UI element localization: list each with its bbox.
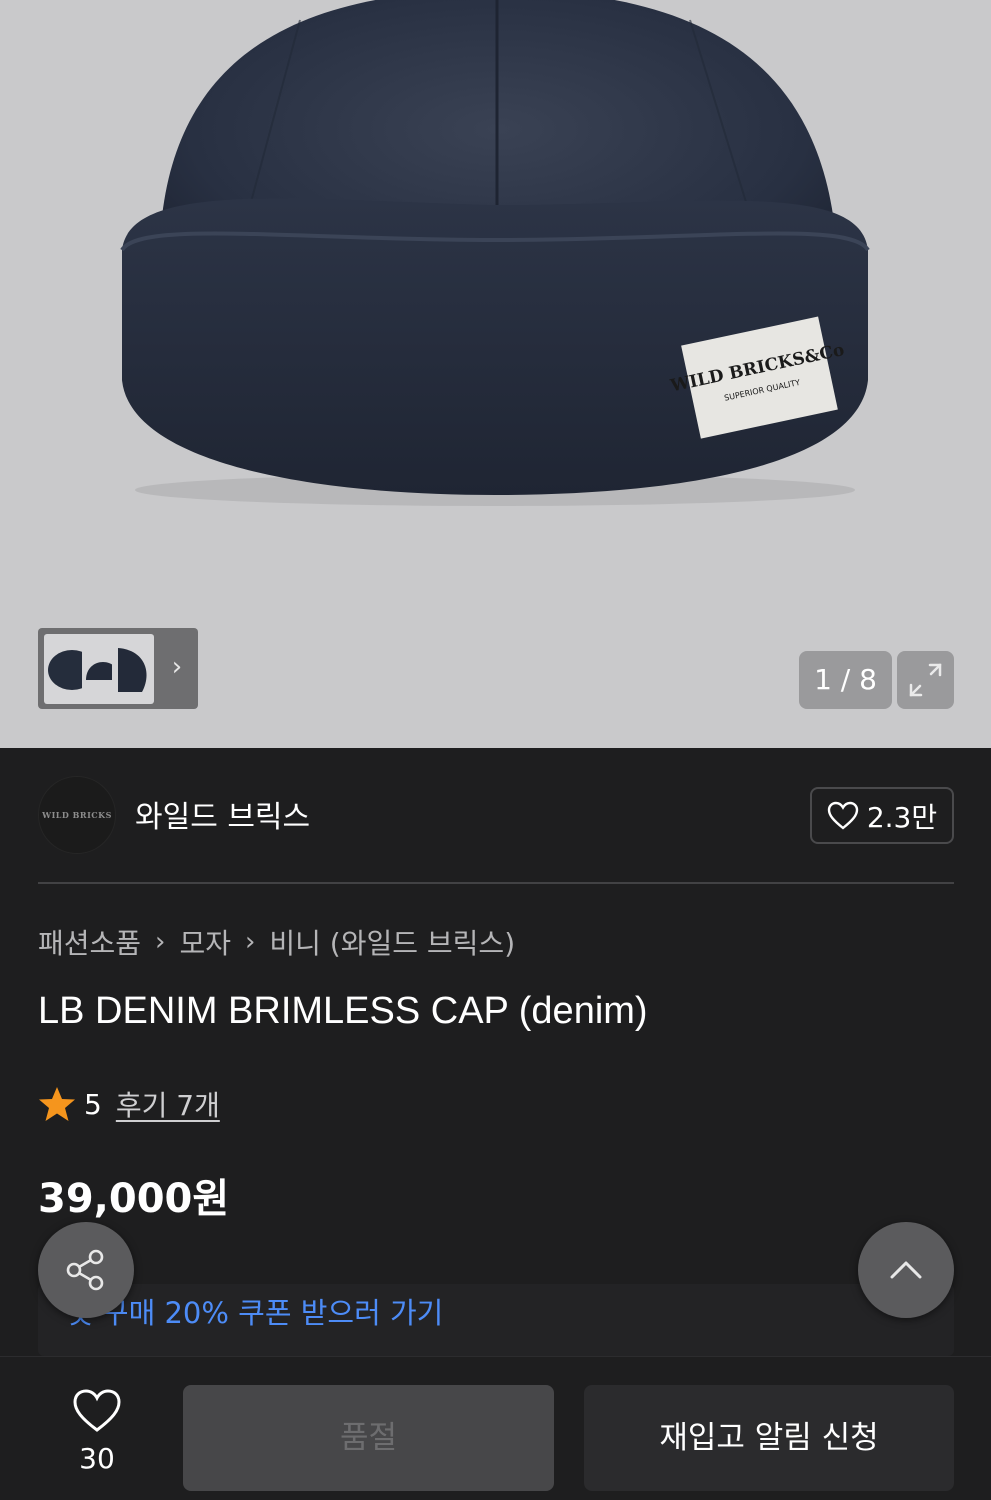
heart-icon (73, 1389, 121, 1432)
wishlist-count: 30 (79, 1442, 115, 1475)
wishlist-button[interactable]: 30 (56, 1388, 138, 1475)
brand-like-count: 2.3만 (866, 800, 938, 834)
brand-name[interactable]: 와일드 브릭스 (135, 792, 310, 836)
breadcrumb: 패션소품 › 모자 › 비니 (와일드 브릭스) (38, 922, 515, 962)
expand-icon (909, 663, 942, 697)
thumbnail-3[interactable] (112, 634, 154, 704)
breadcrumb-item-subcategory[interactable]: 모자 (179, 922, 231, 962)
rating-score: 5 (84, 1087, 102, 1121)
product-image-gallery[interactable]: WILD BRICKS&Co SUPERIOR QUALITY › 1 / 8 (0, 0, 991, 748)
breadcrumb-item-category[interactable]: 패션소품 (38, 922, 141, 962)
share-button[interactable] (38, 1222, 134, 1318)
image-counter: 1 / 8 (799, 651, 892, 709)
chevron-up-icon (890, 1261, 922, 1279)
breadcrumb-separator: › (244, 927, 256, 957)
product-rating: 5 후기 7개 (38, 1084, 220, 1124)
breadcrumb-item-current[interactable]: 비니 (와일드 브릭스) (269, 922, 515, 962)
brand-like-button[interactable]: 2.3만 (810, 787, 954, 844)
restock-alert-button[interactable]: 재입고 알림 신청 (584, 1385, 954, 1491)
star-icon (39, 1087, 75, 1121)
heart-icon (827, 801, 859, 830)
expand-button[interactable] (897, 651, 954, 709)
thumbnail-strip[interactable]: › (38, 628, 198, 709)
thumbnail-next-arrow[interactable]: › (166, 654, 188, 680)
product-title: LB DENIM BRIMLESS CAP (denim) (38, 990, 648, 1032)
brand-logo[interactable]: WILD BRICKS (38, 776, 116, 854)
soldout-button: 품절 (183, 1385, 554, 1491)
share-icon (66, 1249, 104, 1291)
product-price: 39,000원 (38, 1176, 230, 1222)
divider (38, 882, 954, 884)
review-link[interactable]: 후기 7개 (116, 1084, 220, 1124)
scroll-top-button[interactable] (858, 1222, 954, 1318)
breadcrumb-separator: › (155, 927, 166, 957)
